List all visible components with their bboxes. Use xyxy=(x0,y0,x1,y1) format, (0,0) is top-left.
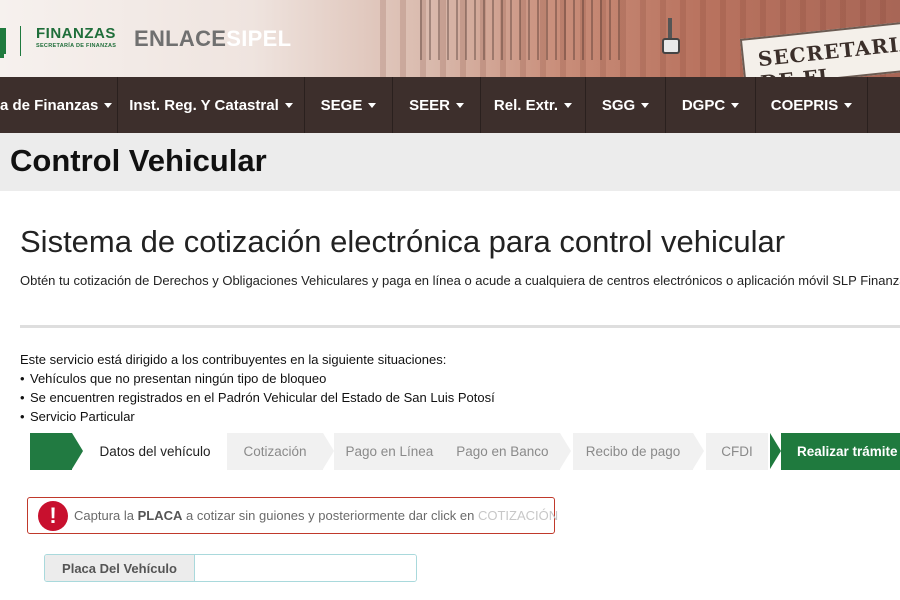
step-label: Cotización xyxy=(243,444,307,459)
step-cotizacion[interactable]: Cotización xyxy=(227,433,323,470)
alert-text: Captura la PLACA a cotizar sin guiones y… xyxy=(74,508,558,523)
service-intro: Este servicio está dirigido a los contri… xyxy=(20,352,447,367)
logo-mark-accent xyxy=(0,52,4,58)
alert-text-before: Captura la xyxy=(74,508,134,523)
nav-item-label: Rel. Extr. xyxy=(493,96,559,114)
step-realizar-tramite[interactable]: Realizar trámite en xyxy=(781,433,900,470)
site-header: SECRETARIA DE FI FINANZAS SECRETARÍA DE … xyxy=(0,0,900,77)
caret-down-icon xyxy=(564,102,573,108)
nav-item-dgpc[interactable]: DGPC xyxy=(666,77,756,133)
alert-text-middle: a cotizar sin guiones y posteriormente d… xyxy=(186,508,475,523)
list-item-text: Servicio Particular xyxy=(30,409,135,424)
list-item: • Se encuentren registrados en el Padrón … xyxy=(20,388,495,407)
main-nav: a de Finanzas Inst. Reg. Y Catastral SEG… xyxy=(0,77,900,133)
nav-item-coepris[interactable]: COEPRIS xyxy=(756,77,868,133)
caret-down-icon xyxy=(284,102,293,108)
nav-item-finanzas[interactable]: a de Finanzas xyxy=(0,77,118,133)
step-label: Recibo de pago xyxy=(585,444,681,459)
brand-part-1: ENLACE xyxy=(134,26,227,51)
main-description: Obtén tu cotización de Derechos y Obliga… xyxy=(20,273,900,288)
step-pago-linea[interactable]: Pago en Línea xyxy=(345,444,433,459)
caret-down-icon xyxy=(731,102,740,108)
plate-label: Placa Del Vehículo xyxy=(45,555,195,581)
nav-item-label: SEGE xyxy=(320,96,363,114)
bullet-icon: • xyxy=(20,371,25,386)
exclamation-icon: ! xyxy=(38,500,68,531)
plate-input-group: Placa Del Vehículo xyxy=(44,554,417,582)
step-recibo-pago[interactable]: Recibo de pago xyxy=(573,433,693,470)
header-balcony-rail xyxy=(420,0,620,60)
chevron-right-icon xyxy=(693,433,704,469)
step-pago-banco[interactable]: Pago en Banco xyxy=(456,444,548,459)
alert-emphasis: PLACA xyxy=(137,508,183,523)
step-pago-group: Pago en Línea Pago en Banco xyxy=(334,433,560,470)
nav-item-more[interactable] xyxy=(868,77,900,133)
page-title-bar: Control Vehicular xyxy=(0,133,900,191)
service-info: Este servicio está dirigido a los contri… xyxy=(20,350,495,426)
caret-down-icon xyxy=(844,102,853,108)
brand-title[interactable]: ENLACESIPEL xyxy=(134,26,291,52)
step-label: Realizar trámite en xyxy=(797,444,900,459)
nav-item-rel-extr[interactable]: Rel. Extr. xyxy=(481,77,586,133)
step-datos-vehiculo[interactable]: Datos del vehículo xyxy=(85,433,225,470)
step-label: Datos del vehículo xyxy=(99,444,211,459)
caret-down-icon xyxy=(104,102,113,108)
security-camera-post xyxy=(668,18,672,40)
main-heading: Sistema de cotización electrónica para c… xyxy=(20,224,786,259)
nav-item-label: Inst. Reg. Y Catastral xyxy=(129,96,279,114)
logo-subtitle: SECRETARÍA DE FINANZAS xyxy=(36,43,117,49)
nav-item-label: DGPC xyxy=(681,96,726,114)
caret-down-icon xyxy=(455,102,464,108)
nav-item-sege[interactable]: SEGE xyxy=(305,77,393,133)
bullet-icon: • xyxy=(20,390,25,405)
list-item-text: Vehículos que no presentan ningún tipo d… xyxy=(30,371,327,386)
step-label: CFDI xyxy=(721,444,753,459)
logo-text[interactable]: FINANZAS xyxy=(36,25,116,42)
logo-divider xyxy=(20,26,21,56)
nav-item-label: SGG xyxy=(601,96,636,114)
nav-item-label: a de Finanzas xyxy=(0,96,99,114)
nav-item-seer[interactable]: SEER xyxy=(393,77,481,133)
nav-item-label: SEER xyxy=(409,96,450,114)
bullet-icon: • xyxy=(20,409,25,424)
security-camera-icon xyxy=(662,38,680,54)
list-item-text: Se encuentren registrados en el Padrón V… xyxy=(30,390,495,405)
nav-item-label: COEPRIS xyxy=(770,96,839,114)
chevron-right-icon xyxy=(323,433,334,469)
list-item: • Servicio Particular xyxy=(20,407,495,426)
chevron-right-icon xyxy=(770,433,781,469)
brand-part-2: SIPEL xyxy=(226,26,292,51)
section-divider xyxy=(20,325,900,328)
logo-mark-icon[interactable] xyxy=(0,28,6,54)
list-item: • Vehículos que no presentan ningún tipo … xyxy=(20,369,495,388)
nav-item-sgg[interactable]: SGG xyxy=(586,77,666,133)
caret-down-icon xyxy=(368,102,377,108)
nav-item-catastral[interactable]: Inst. Reg. Y Catastral xyxy=(118,77,305,133)
alert-link[interactable]: COTIZACIÓN xyxy=(478,508,558,523)
chevron-right-icon xyxy=(560,433,571,469)
alert-banner: ! Captura la PLACA a cotizar sin guiones… xyxy=(27,497,558,534)
step-active-marker xyxy=(30,433,72,470)
chevron-right-icon xyxy=(72,433,83,469)
plate-input[interactable] xyxy=(195,555,416,581)
caret-down-icon xyxy=(641,102,650,108)
step-cfdi[interactable]: CFDI xyxy=(706,433,768,470)
page-title: Control Vehicular xyxy=(10,143,267,178)
wizard-steps: Datos del vehículo Cotización Pago en Lí… xyxy=(30,433,900,470)
